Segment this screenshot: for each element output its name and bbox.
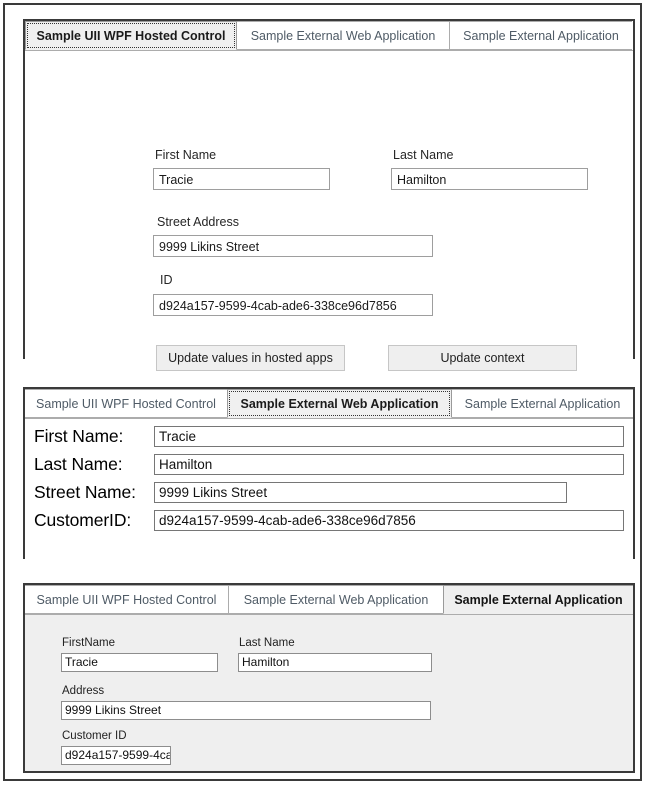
last-name-label: Last Name bbox=[239, 637, 295, 649]
address-value: 9999 Likins Street bbox=[65, 703, 162, 717]
panel-two-body: First Name: Tracie Last Name: Hamilton S… bbox=[25, 419, 633, 562]
first-name-input[interactable]: Tracie bbox=[153, 168, 330, 190]
street-address-value: 9999 Likins Street bbox=[159, 240, 260, 254]
street-name-label: Street Name: bbox=[34, 481, 136, 502]
panel-one-body: First Name Tracie Last Name Hamilton Str… bbox=[25, 51, 633, 371]
panel-two-tab-wpf-hosted-control[interactable]: Sample UII WPF Hosted Control bbox=[25, 389, 228, 418]
first-name-input[interactable]: Tracie bbox=[154, 425, 624, 447]
panel-one-tab-wpf-hosted-control[interactable]: Sample UII WPF Hosted Control bbox=[25, 21, 237, 50]
first-name-label: First Name bbox=[155, 148, 217, 162]
last-name-value: Hamilton bbox=[242, 655, 290, 669]
panel-two-tabstrip: Sample UII WPF Hosted Control Sample Ext… bbox=[25, 389, 633, 419]
panel-three-tabstrip: Sample UII WPF Hosted Control Sample Ext… bbox=[25, 585, 633, 615]
panel-two-tab-external-web-application[interactable]: Sample External Web Application bbox=[227, 389, 452, 418]
table-row: Street Name: 9999 Likins Street bbox=[25, 478, 633, 506]
tab-label: Sample External Web Application bbox=[240, 396, 439, 411]
first-name-value: Tracie bbox=[159, 173, 194, 187]
last-name-label: Last Name bbox=[393, 148, 454, 162]
first-name-value: Tracie bbox=[159, 428, 197, 444]
last-name-input[interactable]: Hamilton bbox=[238, 653, 432, 672]
panel-wpf-hosted-control: Sample UII WPF Hosted Control Sample Ext… bbox=[23, 19, 635, 371]
first-name-value: Tracie bbox=[65, 655, 98, 669]
tab-label: Sample External Application bbox=[463, 28, 619, 43]
last-name-value: Hamilton bbox=[159, 456, 213, 472]
last-name-label: Last Name: bbox=[34, 453, 123, 474]
figure-frame: Sample UII WPF Hosted Control Sample Ext… bbox=[3, 3, 642, 781]
button-label: Update context bbox=[440, 351, 525, 365]
id-value: d924a157-9599-4cab-ade6-338ce96d7856 bbox=[159, 299, 397, 313]
panel-three-tab-wpf-hosted-control[interactable]: Sample UII WPF Hosted Control bbox=[25, 585, 229, 614]
tab-label: Sample UII WPF Hosted Control bbox=[36, 28, 226, 43]
customer-id-value: d924a157-9599-4cab-ade6-338ce96d7856 bbox=[65, 748, 171, 762]
id-label: ID bbox=[160, 273, 173, 287]
address-label: Address bbox=[62, 685, 105, 697]
address-input[interactable]: 9999 Likins Street bbox=[61, 701, 431, 720]
table-row: Last Name: Hamilton bbox=[25, 450, 633, 478]
customer-id-input[interactable]: d924a157-9599-4cab-ade6-338ce96d7856 bbox=[154, 509, 624, 531]
last-name-input[interactable]: Hamilton bbox=[391, 168, 588, 190]
update-context-button[interactable]: Update context bbox=[388, 345, 577, 371]
tab-label: Sample External Application bbox=[454, 592, 623, 607]
table-row: CustomerID: d924a157-9599-4cab-ade6-338c… bbox=[25, 506, 633, 534]
first-name-label: FirstName bbox=[62, 637, 116, 649]
first-name-label: First Name: bbox=[34, 425, 124, 446]
street-name-value: 9999 Likins Street bbox=[159, 484, 268, 500]
tab-label: Sample UII WPF Hosted Control bbox=[36, 592, 217, 607]
last-name-value: Hamilton bbox=[397, 173, 447, 187]
table-row: First Name: Tracie bbox=[25, 422, 633, 450]
street-name-input[interactable]: 9999 Likins Street bbox=[154, 481, 567, 503]
first-name-input[interactable]: Tracie bbox=[61, 653, 218, 672]
panel-two-tab-external-application[interactable]: Sample External Application bbox=[451, 389, 633, 418]
panel-one-tabstrip: Sample UII WPF Hosted Control Sample Ext… bbox=[25, 21, 633, 51]
customer-id-label: CustomerID: bbox=[34, 509, 132, 530]
panel-one-tab-external-application[interactable]: Sample External Application bbox=[449, 21, 632, 50]
customer-id-input[interactable]: d924a157-9599-4cab-ade6-338ce96d7856 bbox=[61, 746, 171, 765]
update-values-in-hosted-apps-button[interactable]: Update values in hosted apps bbox=[156, 345, 345, 371]
street-address-label: Street Address bbox=[157, 215, 239, 229]
last-name-input[interactable]: Hamilton bbox=[154, 453, 624, 475]
tab-label: Sample External Web Application bbox=[243, 592, 429, 607]
customer-id-label: Customer ID bbox=[62, 730, 127, 742]
panel-external-application: Sample UII WPF Hosted Control Sample Ext… bbox=[23, 583, 635, 773]
panel-one-tab-external-web-application[interactable]: Sample External Web Application bbox=[236, 21, 450, 50]
panel-three-tab-external-application[interactable]: Sample External Application bbox=[443, 585, 633, 614]
id-input[interactable]: d924a157-9599-4cab-ade6-338ce96d7856 bbox=[153, 294, 433, 316]
street-address-input[interactable]: 9999 Likins Street bbox=[153, 235, 433, 257]
panel-three-body: FirstName Tracie Last Name Hamilton Addr… bbox=[25, 615, 633, 771]
tab-label: Sample External Application bbox=[464, 396, 621, 411]
button-label: Update values in hosted apps bbox=[168, 351, 333, 365]
tab-label: Sample UII WPF Hosted Control bbox=[36, 396, 216, 411]
tab-label: Sample External Web Application bbox=[250, 28, 436, 43]
panel-three-tab-external-web-application[interactable]: Sample External Web Application bbox=[228, 585, 444, 614]
customer-id-value: d924a157-9599-4cab-ade6-338ce96d7856 bbox=[159, 512, 416, 528]
panel-external-web-application: Sample UII WPF Hosted Control Sample Ext… bbox=[23, 387, 635, 562]
